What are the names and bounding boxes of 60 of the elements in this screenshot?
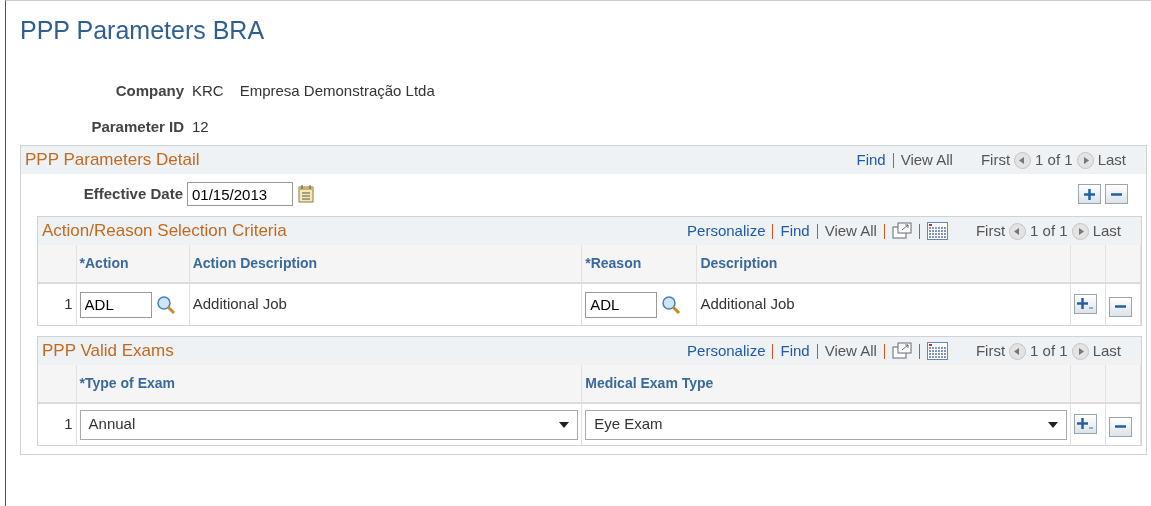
- input-field[interactable]: ADL: [79, 291, 152, 318]
- page-title: PPP Parameters BRA: [20, 15, 266, 45]
- delete-row-button[interactable]: [1108, 416, 1132, 437]
- delete-row-button[interactable]: [1108, 296, 1132, 317]
- section-title: PPP Parameters Detail: [25, 149, 200, 172]
- date-field[interactable]: 01/15/2013: [187, 182, 293, 206]
- column-header: Medical Exam Type: [585, 375, 714, 391]
- grid-link[interactable]: Find: [780, 339, 810, 363]
- field-description: Empresa Demonstração Ltda: [239, 80, 435, 101]
- row-count: 1 of 1: [1030, 220, 1068, 241]
- row-number: 1: [64, 415, 73, 433]
- new-window-icon[interactable]: [891, 342, 912, 360]
- field-label: Effective Date: [82, 183, 183, 204]
- minus-icon: [1111, 192, 1122, 196]
- first-label: First: [975, 340, 1006, 361]
- grid-link[interactable]: Personalize: [687, 339, 766, 363]
- grid-title: Action/Reason Selection Criteria: [42, 220, 287, 243]
- minus-icon: [1114, 425, 1126, 429]
- calendar-icon[interactable]: [297, 184, 315, 204]
- column-header: *Action: [79, 255, 129, 271]
- column-header: Description: [700, 255, 778, 271]
- row-number: 1: [64, 295, 73, 313]
- caret-icon: [1047, 421, 1058, 428]
- delete-row-button[interactable]: [1105, 184, 1128, 204]
- grid-link[interactable]: Find: [856, 148, 886, 172]
- field-label: Parameter ID: [90, 116, 184, 137]
- row-count: 1 of 1: [1030, 340, 1068, 361]
- last-label: Last: [1097, 149, 1126, 170]
- table-cell: Additional Job: [700, 295, 795, 313]
- field-value: KRC: [192, 80, 224, 101]
- search-icon[interactable]: [155, 294, 176, 315]
- new-window-icon[interactable]: [891, 222, 912, 240]
- minus-icon: [1114, 305, 1126, 309]
- field-value: 12: [192, 116, 209, 137]
- field-label: Company: [114, 80, 184, 101]
- input-field[interactable]: ADL: [585, 291, 658, 318]
- plus-icon: [1077, 418, 1094, 430]
- add-row-button[interactable]: [1078, 184, 1101, 204]
- last-label: Last: [1092, 340, 1121, 361]
- column-header: *Type of Exam: [79, 375, 175, 391]
- column-header: Action Description: [192, 255, 318, 271]
- dropdown[interactable]: Annual: [79, 409, 579, 440]
- plus-icon: [1084, 188, 1095, 200]
- first-label: First: [980, 149, 1011, 170]
- grid-link[interactable]: Personalize: [687, 219, 766, 243]
- grid-title: PPP Valid Exams: [42, 340, 174, 363]
- dropdown[interactable]: Eye Exam: [585, 409, 1067, 440]
- caret-icon: [559, 421, 570, 428]
- first-label: First: [975, 220, 1006, 241]
- table-cell: Additional Job: [192, 295, 287, 313]
- plus-icon: [1077, 298, 1094, 310]
- last-label: Last: [1092, 220, 1121, 241]
- add-row-button[interactable]: [1073, 413, 1097, 434]
- column-header: *Reason: [585, 255, 642, 271]
- search-icon[interactable]: [661, 294, 682, 315]
- grid-link[interactable]: Find: [780, 219, 810, 243]
- spreadsheet-icon[interactable]: [926, 342, 948, 360]
- spreadsheet-icon[interactable]: [926, 222, 948, 240]
- row-count: 1 of 1: [1035, 149, 1073, 170]
- add-row-button[interactable]: [1073, 293, 1097, 314]
